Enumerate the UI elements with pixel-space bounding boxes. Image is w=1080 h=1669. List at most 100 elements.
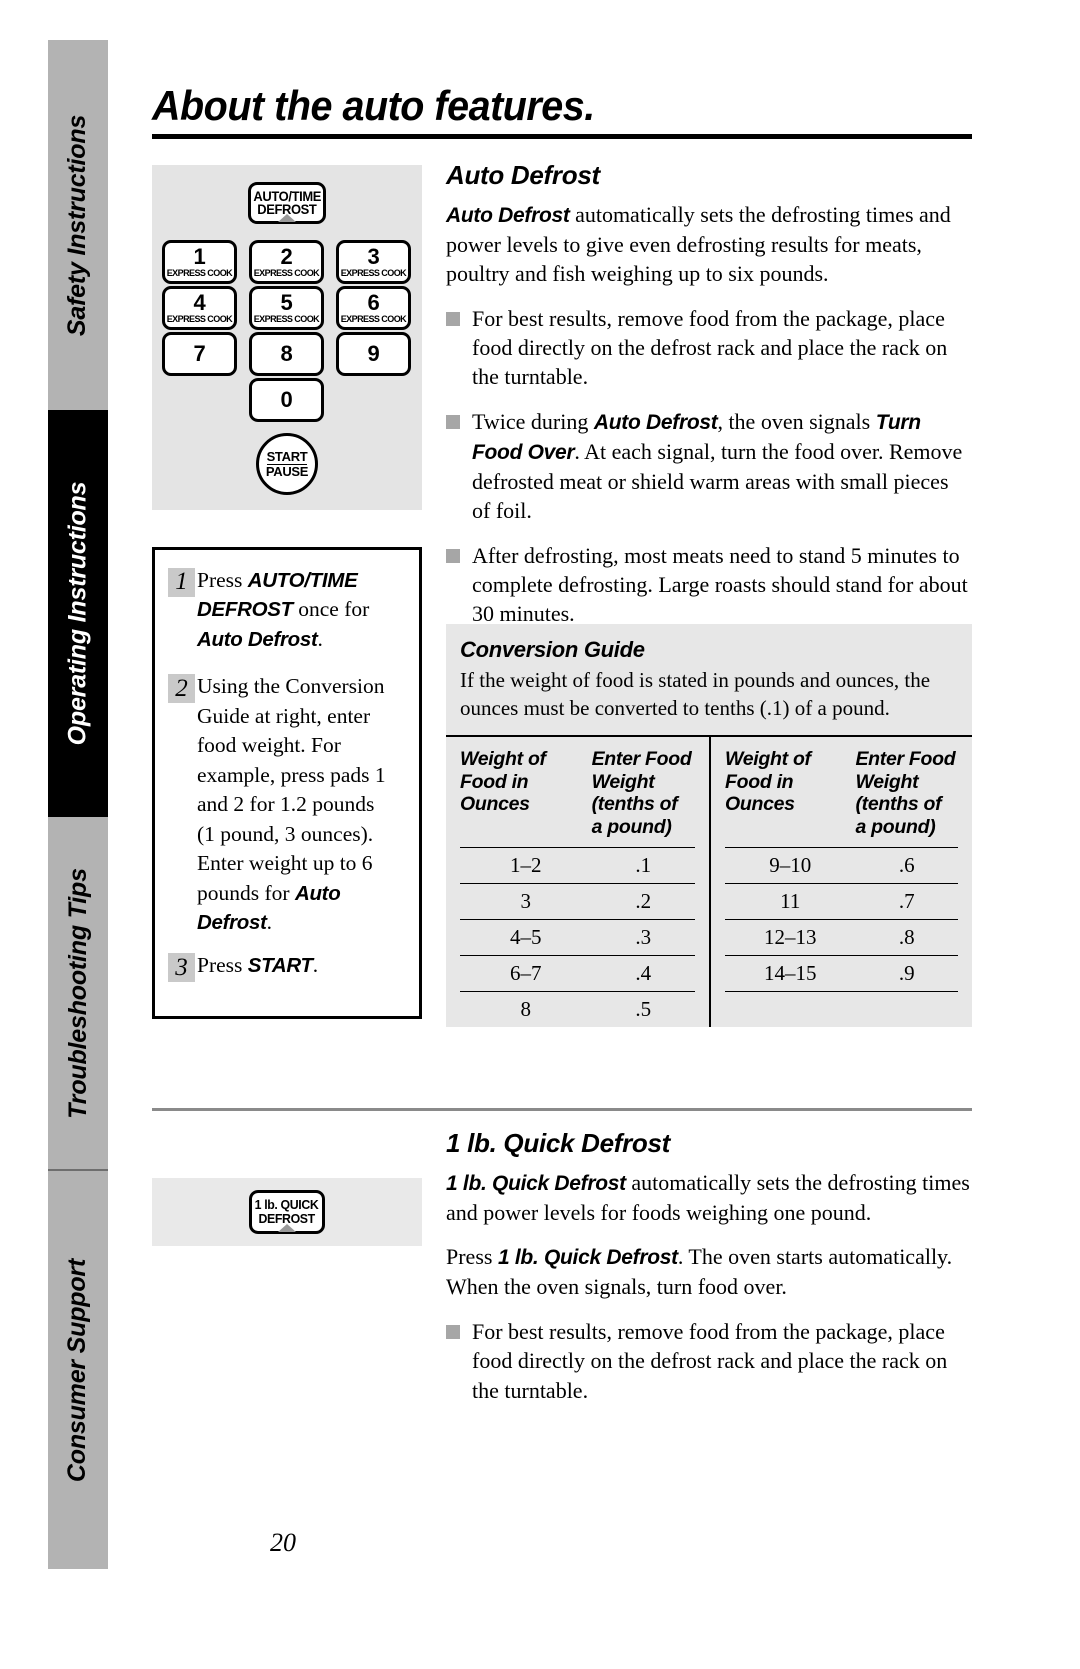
quick-defrost-heading: 1 lb. Quick Defrost	[446, 1128, 671, 1158]
keypad-key-sublabel: EXPRESS COOK	[166, 313, 233, 325]
keypad-key-6[interactable]: 6 EXPRESS COOK	[336, 286, 411, 330]
table-row: 3.2	[460, 883, 695, 921]
keypad-key-sublabel: EXPRESS COOK	[166, 267, 233, 279]
keypad-key-3[interactable]: 3 EXPRESS COOK	[336, 240, 411, 284]
pointer-triangle-icon	[278, 1224, 296, 1232]
conversion-guide-heading: Conversion Guide	[460, 637, 645, 662]
step-item: 1 Press AUTO/TIME DEFROST once for Auto …	[155, 566, 419, 654]
conversion-tables: Weight of Food in Ounces Enter Food Weig…	[446, 734, 972, 1028]
title-rule	[152, 134, 972, 139]
keypad-key-sublabel: EXPRESS COOK	[340, 267, 407, 279]
keypad-key-number: 1	[193, 243, 206, 269]
auto-time-defrost-line1: AUTO/TIME	[253, 188, 321, 204]
auto-time-defrost-button[interactable]: AUTO/TIME DEFROST	[248, 182, 326, 224]
step-number: 1	[168, 568, 195, 597]
column-header-weight-ounces: Weight of Food in Ounces	[460, 736, 592, 849]
cell-tenths: .3	[591, 919, 695, 957]
auto-defrost-intro: Auto Defrost automatically sets the defr…	[446, 200, 972, 289]
keypad-key-4[interactable]: 4 EXPRESS COOK	[162, 286, 237, 330]
bullet-item: For best results, remove food from the p…	[446, 304, 972, 392]
table-row: 11.7	[725, 883, 958, 921]
keypad-key-5[interactable]: 5 EXPRESS COOK	[249, 286, 324, 330]
quick-defrost-panel-diagram: 1 lb. QUICK DEFROST	[152, 1178, 422, 1246]
quick-defrost-section: 1 lb. Quick Defrost 1 lb. Quick Defrost …	[446, 1128, 972, 1420]
table-row: 1–2.1	[460, 847, 695, 885]
quick-defrost-button[interactable]: 1 lb. QUICK DEFROST	[249, 1190, 325, 1234]
keypad-key-sublabel: EXPRESS COOK	[253, 313, 320, 325]
cell-ounces: 4–5	[460, 919, 592, 957]
keypad-key-number: 4	[193, 289, 206, 315]
keypad-key-number: 5	[280, 289, 293, 315]
cell-ounces: 8	[520, 997, 532, 1022]
bullet-text: For best results, remove food from the p…	[472, 1318, 948, 1403]
press-prefix: Press	[446, 1244, 498, 1270]
keypad-key-number: 9	[367, 341, 380, 366]
sidebar-item-safety-instructions[interactable]: Safety Instructions	[48, 40, 108, 410]
step-text: Press AUTO/TIME DEFROST once for Auto De…	[197, 568, 370, 651]
bullet-text: For best results, remove food from the p…	[472, 305, 948, 390]
bullet-square-icon	[446, 548, 460, 563]
sidebar-item-troubleshooting-tips[interactable]: Troubleshooting Tips	[48, 817, 108, 1169]
quick-defrost-press-paragraph: Press 1 lb. Quick Defrost. The oven star…	[446, 1242, 972, 1301]
cell-tenths: .2	[591, 883, 695, 921]
step-item: 3 Press START.	[155, 951, 419, 983]
keypad-key-sublabel: EXPRESS COOK	[340, 313, 407, 325]
cell-tenths: .6	[855, 847, 958, 885]
keypad-key-number: 6	[367, 289, 380, 315]
conversion-table-right-wrap: Weight of Food in Ounces Enter Food Weig…	[709, 736, 972, 1028]
pointer-triangle-icon	[278, 214, 296, 222]
keypad-key-8[interactable]: 8	[249, 332, 324, 376]
cell-ounces: 1–2	[460, 847, 592, 885]
auto-defrost-heading: Auto Defrost	[446, 160, 600, 190]
table-row: 6–7.4	[460, 955, 695, 993]
keypad-key-9[interactable]: 9	[336, 332, 411, 376]
step-number: 2	[168, 674, 195, 704]
keypad-key-2[interactable]: 2 EXPRESS COOK	[249, 240, 324, 284]
quick-defrost-intro: 1 lb. Quick Defrost automatically sets t…	[446, 1168, 972, 1227]
auto-defrost-section: Auto Defrost Auto Defrost automatically …	[446, 160, 972, 644]
keypad-key-sublabel: EXPRESS COOK	[253, 267, 320, 279]
sidebar-item-label: Operating Instructions	[63, 481, 92, 746]
cell-tenths	[855, 992, 958, 1028]
cell-tenths: .1	[591, 847, 695, 885]
cell-ounces: 9–10	[725, 847, 856, 885]
press-button-name: 1 lb. Quick Defrost	[497, 1246, 678, 1270]
bullet-item: Twice during Auto Defrost, the oven sign…	[446, 407, 972, 526]
cell-tenths: .7	[855, 883, 958, 921]
table-row: 4–5.3	[460, 919, 695, 957]
conversion-guide: Conversion Guide If the weight of food i…	[446, 624, 972, 1028]
sidebar-item-operating-instructions[interactable]: Operating Instructions	[48, 410, 108, 817]
table-header-row: Weight of Food in Ounces Enter Food Weig…	[460, 736, 695, 849]
bullet-item: For best results, remove food from the p…	[446, 1317, 972, 1405]
table-row: 12–13.8	[725, 919, 958, 957]
sidebar-item-consumer-support[interactable]: Consumer Support	[48, 1171, 108, 1569]
cell-ounces: 12–13	[725, 919, 856, 957]
start-pause-button[interactable]: START PAUSE	[256, 433, 318, 495]
cell-tenths: .9	[855, 955, 958, 993]
cell-ounces: 3	[460, 883, 592, 921]
step-text: Using the Conversion Guide at right, ent…	[197, 674, 386, 934]
column-header-enter-weight: Enter Food Weight (tenths of a pound)	[855, 736, 958, 849]
table-row: 9–10.6	[725, 847, 958, 885]
pause-label: PAUSE	[265, 463, 309, 479]
keypad-key-number: 2	[280, 243, 293, 269]
table-header-row: Weight of Food in Ounces Enter Food Weig…	[725, 736, 958, 849]
quick-defrost-intro-lead: 1 lb. Quick Defrost	[446, 1172, 626, 1195]
bullet-item: After defrosting, most meats need to sta…	[446, 541, 972, 629]
column-header-weight-ounces: Weight of Food in Ounces	[725, 736, 856, 849]
keypad-key-7[interactable]: 7	[162, 332, 237, 376]
keypad-key-number: 0	[280, 387, 293, 412]
keypad-key-1[interactable]: 1 EXPRESS COOK	[162, 240, 237, 284]
page-content: About the auto features. AUTO/TIME DEFRO…	[152, 0, 972, 1669]
cell-ounces	[725, 992, 855, 1028]
cell-ounces: 11	[725, 883, 856, 921]
keypad-key-number: 8	[280, 341, 293, 366]
section-tab-sidebar: Safety Instructions Operating Instructio…	[48, 40, 108, 1569]
keypad-key-0[interactable]: 0	[249, 378, 324, 422]
step-number: 3	[168, 953, 195, 983]
table-row	[725, 992, 958, 1028]
sidebar-item-label: Safety Instructions	[63, 114, 92, 336]
control-panel-diagram: AUTO/TIME DEFROST 1 EXPRESS COOK 2 EXPRE…	[152, 165, 422, 510]
page-number: 20	[270, 1528, 296, 1557]
bullet-square-icon	[446, 414, 460, 429]
